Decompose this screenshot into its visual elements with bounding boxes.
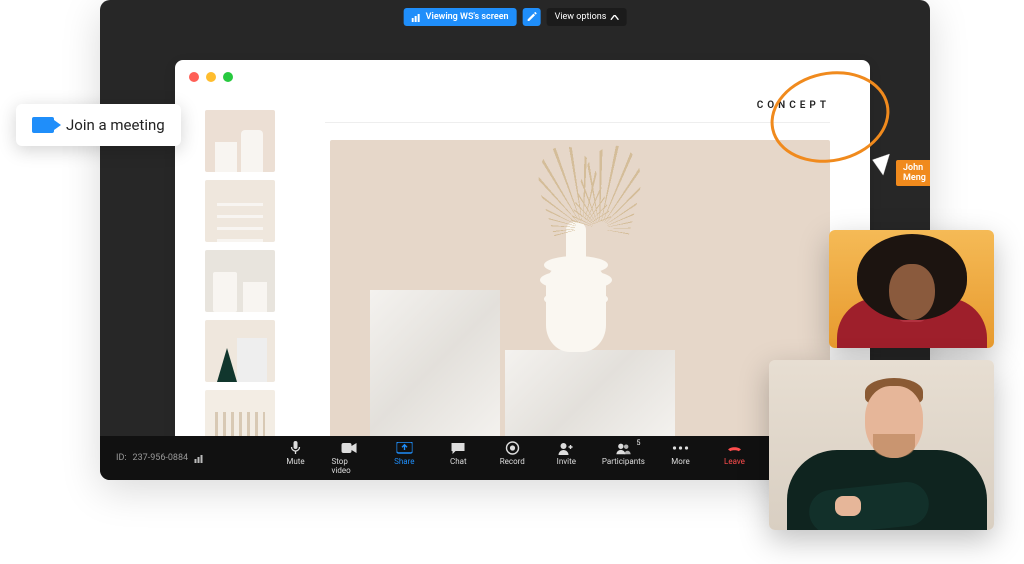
more-label: More: [671, 457, 689, 466]
participants-label: Participants: [602, 457, 645, 466]
participant-tile[interactable]: [829, 230, 994, 348]
pencil-icon: [527, 12, 537, 22]
remote-cursor-label: John Meng: [896, 160, 930, 186]
meeting-id: ID: 237-956-0884: [116, 453, 204, 463]
top-bar: Viewing WS's screen View options: [404, 8, 627, 26]
signal-icon: [412, 13, 421, 22]
remote-cursor-icon: [875, 152, 895, 172]
invite-label: Invite: [557, 457, 576, 466]
join-meeting-label: Join a meeting: [66, 116, 165, 134]
share-screen-icon: [396, 441, 412, 455]
record-label: Record: [500, 457, 525, 466]
hangup-icon: [726, 441, 742, 455]
close-dot-icon[interactable]: [189, 72, 199, 82]
shared-screen: CONCEPT: [175, 60, 870, 440]
window-controls: [189, 72, 233, 82]
participant-tile[interactable]: [769, 360, 994, 530]
record-button[interactable]: Record: [494, 441, 530, 475]
record-icon: [504, 441, 520, 455]
decor-block: [370, 290, 500, 440]
leave-button[interactable]: Leave: [716, 441, 752, 475]
chat-label: Chat: [450, 457, 467, 466]
more-icon: [672, 441, 688, 455]
meeting-id-prefix: ID:: [116, 453, 127, 463]
share-label: Share: [394, 457, 414, 466]
decor-fronds: [520, 140, 660, 230]
viewing-label: Viewing WS's screen: [426, 12, 509, 22]
zoom-dot-icon[interactable]: [223, 72, 233, 82]
signal-icon: [194, 454, 204, 463]
meeting-id-value: 237-956-0884: [133, 453, 189, 463]
thumbnail[interactable]: [205, 180, 275, 242]
camera-icon: [342, 441, 358, 455]
viewing-screen-pill[interactable]: Viewing WS's screen: [404, 8, 517, 26]
chat-icon: [450, 441, 466, 455]
participants-count-badge: 5: [637, 439, 641, 447]
mute-label: Mute: [286, 457, 304, 466]
stop-video-button[interactable]: Stop video: [332, 441, 369, 475]
mute-button[interactable]: Mute: [278, 441, 314, 475]
share-button[interactable]: Share: [386, 441, 422, 475]
stop-video-label: Stop video: [332, 457, 369, 475]
thumbnail-strip: [205, 110, 275, 440]
main-preview-image: [330, 140, 830, 440]
chevron-up-icon: [610, 15, 618, 20]
annotate-button[interactable]: [523, 8, 541, 26]
invite-button[interactable]: Invite: [548, 441, 584, 475]
toolbar-actions: Mute Stop video Share Chat: [278, 441, 753, 475]
divider: [325, 122, 830, 123]
participants-icon: [615, 441, 631, 455]
mic-icon: [288, 441, 304, 455]
thumbnail[interactable]: [205, 390, 275, 440]
more-button[interactable]: More: [662, 441, 698, 475]
view-options-label: View options: [555, 12, 607, 22]
join-meeting-card[interactable]: Join a meeting: [16, 104, 181, 146]
camera-icon: [32, 117, 54, 133]
view-options-dropdown[interactable]: View options: [547, 8, 627, 26]
thumbnail[interactable]: [205, 250, 275, 312]
thumbnail[interactable]: [205, 110, 275, 172]
decor-block: [505, 350, 675, 440]
thumbnail[interactable]: [205, 320, 275, 382]
decor-vase: [540, 222, 612, 352]
participants-button[interactable]: 5 Participants: [602, 441, 644, 475]
invite-icon: [558, 441, 574, 455]
leave-label: Leave: [724, 457, 745, 466]
minimize-dot-icon[interactable]: [206, 72, 216, 82]
chat-button[interactable]: Chat: [440, 441, 476, 475]
